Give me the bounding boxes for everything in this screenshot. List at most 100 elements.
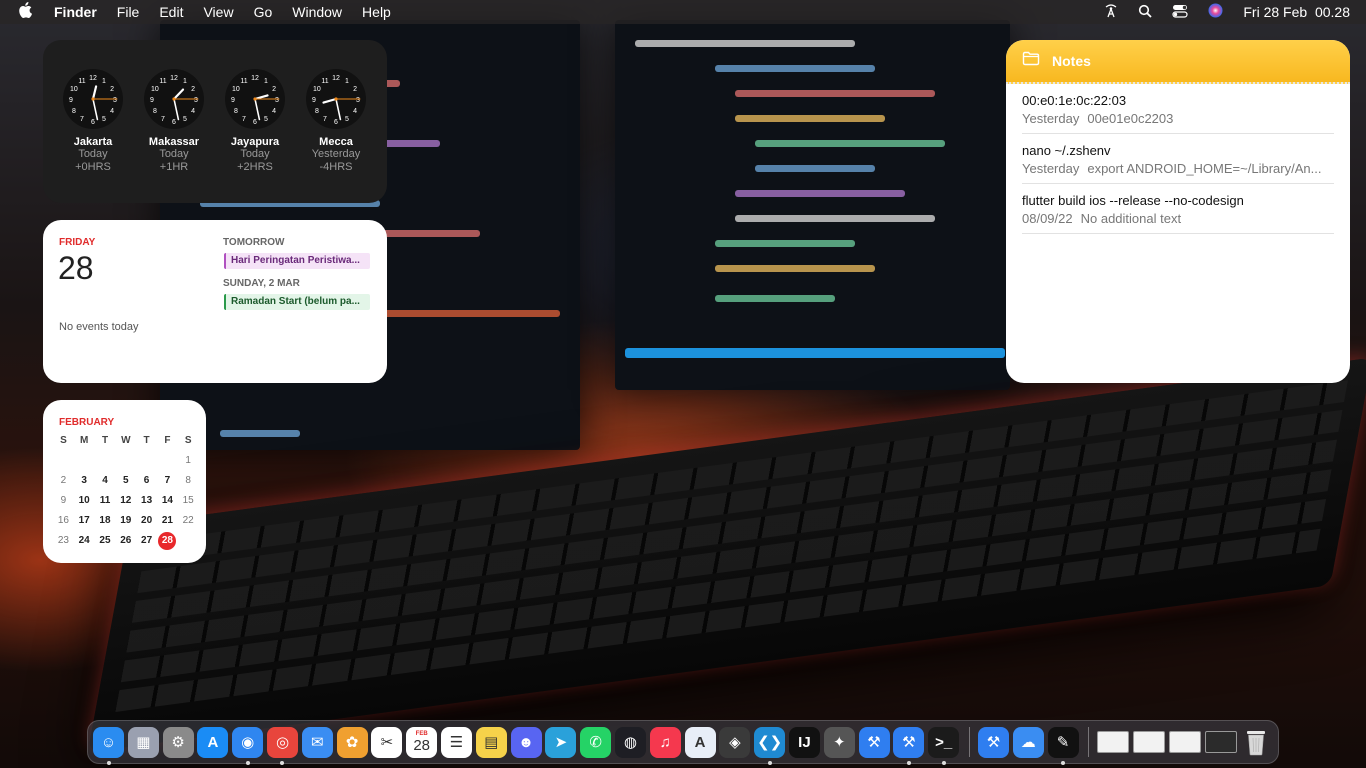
calendar-day[interactable]: 8 bbox=[178, 472, 199, 490]
calendar-day[interactable]: 2 bbox=[53, 472, 74, 490]
terminal-icon[interactable]: >_ bbox=[928, 726, 960, 765]
menu-edit[interactable]: Edit bbox=[159, 4, 183, 20]
calendar-day[interactable]: 5 bbox=[115, 472, 136, 490]
world-clock-widget[interactable]: 1 2 3 4 5 6 7 8 9 10 11 12 Jakarta Today +0HRS 1234… bbox=[43, 40, 387, 203]
calendar-up-next-widget[interactable]: FRIDAY 28 No events today TOMORROW Hari … bbox=[43, 220, 387, 383]
calendar-day[interactable]: 14 bbox=[157, 492, 178, 510]
event-item[interactable]: Hari Peringatan Peristiwa... bbox=[224, 253, 370, 269]
menu-file[interactable]: File bbox=[117, 4, 140, 20]
menu-app-name[interactable]: Finder bbox=[54, 4, 97, 20]
menubar-clock[interactable]: Fri 28 Feb 00.28 bbox=[1243, 4, 1350, 20]
dock-glyph: ◉ bbox=[241, 734, 255, 751]
note-item[interactable]: nano ~/.zshenv Yesterday export ANDROID_H… bbox=[1022, 134, 1334, 184]
simulator-icon[interactable]: ⚒ bbox=[893, 726, 925, 765]
calendar-day[interactable]: 6 bbox=[136, 472, 157, 490]
calendar-day[interactable]: 13 bbox=[136, 492, 157, 510]
calendar-day[interactable]: 22 bbox=[178, 512, 199, 530]
calendar-day[interactable]: 11 bbox=[95, 492, 116, 510]
intellij-icon[interactable]: IJ bbox=[788, 726, 820, 758]
obs-icon[interactable]: ◍ bbox=[614, 726, 646, 758]
calendar-day[interactable]: 19 bbox=[115, 512, 136, 530]
mail-icon[interactable]: ✉ bbox=[301, 726, 333, 758]
calendar-day[interactable]: 26 bbox=[115, 532, 136, 550]
calendar-day[interactable]: 20 bbox=[136, 512, 157, 530]
notes-widget[interactable]: Notes 00:e0:1e:0c:22:03 Yesterday 00e01e0… bbox=[1006, 40, 1350, 383]
discord-icon[interactable]: ☻ bbox=[510, 726, 542, 758]
app-store-icon[interactable]: A bbox=[197, 726, 229, 758]
system-settings-icon[interactable]: ⚙ bbox=[162, 726, 194, 758]
calendar-day[interactable]: 15 bbox=[178, 492, 199, 510]
unity-icon[interactable]: ◈ bbox=[719, 726, 751, 758]
xcode-instruments-icon[interactable]: A bbox=[684, 726, 716, 758]
calendar-day[interactable]: 3 bbox=[74, 472, 95, 490]
clock-day: Today bbox=[78, 148, 108, 160]
menu-view[interactable]: View bbox=[203, 4, 233, 20]
xcode-beta-icon[interactable]: ⚒ bbox=[977, 726, 1009, 758]
note-item[interactable]: flutter build ios --release --no-codesig… bbox=[1022, 184, 1334, 234]
menu-help[interactable]: Help bbox=[362, 4, 391, 20]
dock-glyph: >_ bbox=[935, 733, 953, 751]
photos-icon[interactable]: ✿ bbox=[336, 726, 368, 758]
calendar-day[interactable]: 21 bbox=[157, 512, 178, 530]
vscode-icon[interactable]: ❮❯ bbox=[754, 726, 786, 765]
clock-day: Yesterday bbox=[311, 148, 361, 160]
clock-city: Mecca bbox=[319, 136, 353, 148]
running-indicator bbox=[1061, 760, 1066, 765]
wallpaper-monitor-right bbox=[615, 20, 1010, 390]
calendar-day[interactable]: 25 bbox=[95, 532, 116, 550]
calendar-day[interactable]: 24 bbox=[74, 532, 95, 550]
calendar-icon[interactable]: FEB 28 bbox=[406, 726, 438, 758]
calendar-day[interactable]: 27 bbox=[136, 532, 157, 550]
menu-go[interactable]: Go bbox=[254, 4, 273, 20]
calendar-day[interactable]: 23 bbox=[53, 532, 74, 550]
notes-header[interactable]: Notes bbox=[1006, 40, 1350, 84]
apple-menu-icon[interactable] bbox=[18, 1, 38, 23]
minimized-window-safari[interactable] bbox=[1133, 731, 1166, 753]
menu-window[interactable]: Window bbox=[292, 4, 342, 20]
calendar-day[interactable]: 17 bbox=[74, 512, 95, 530]
calendar-day[interactable]: 4 bbox=[95, 472, 116, 490]
minimized-window-chrome[interactable] bbox=[1097, 731, 1130, 753]
music-icon[interactable]: ♫ bbox=[649, 726, 681, 758]
day-number: 28 bbox=[58, 250, 94, 286]
svg-text:9: 9 bbox=[312, 97, 316, 104]
calendar-day bbox=[157, 452, 178, 470]
calendar-day bbox=[95, 452, 116, 470]
calendar-day[interactable]: 9 bbox=[53, 492, 74, 510]
note-item[interactable]: 00:e0:1e:0c:22:03 Yesterday 00e01e0c2203 bbox=[1022, 84, 1334, 134]
safari-icon[interactable]: ◉ bbox=[232, 726, 264, 765]
xcode-icon[interactable]: ⚒ bbox=[858, 726, 890, 758]
event-item[interactable]: Ramadan Start (belum pa... bbox=[224, 294, 370, 310]
control-center-icon[interactable] bbox=[1172, 4, 1188, 21]
calendar-day[interactable]: 18 bbox=[95, 512, 116, 530]
calendar-month-widget[interactable]: FEBRUARY S M T W T F S 1 2 3 4 5 6 7 8 9 10 11 12 13 14 15 16 1… bbox=[43, 400, 206, 563]
weekday-header: S bbox=[184, 435, 192, 446]
siri-icon[interactable] bbox=[1208, 3, 1223, 21]
notes-icon[interactable]: ▤ bbox=[475, 726, 507, 758]
youtube-studio-icon[interactable]: ✎ bbox=[1047, 726, 1079, 765]
whatsapp-icon[interactable]: ✆ bbox=[580, 726, 612, 758]
minimized-window-vscode[interactable] bbox=[1204, 731, 1237, 753]
calendar-day[interactable]: 1 bbox=[178, 452, 199, 470]
minimized-window-document[interactable] bbox=[1168, 731, 1201, 753]
antenna-icon[interactable] bbox=[1104, 3, 1118, 21]
inkscape-icon[interactable]: ✦ bbox=[823, 726, 855, 758]
weather-icon[interactable]: ☁ bbox=[1012, 726, 1044, 758]
calendar-day bbox=[115, 452, 136, 470]
calendar-day[interactable]: 7 bbox=[157, 472, 178, 490]
spotlight-search-icon[interactable] bbox=[1138, 4, 1153, 21]
dock-glyph: ⚒ bbox=[902, 734, 916, 751]
reminders-icon[interactable]: ☰ bbox=[440, 726, 472, 758]
calendar-day[interactable]: 12 bbox=[115, 492, 136, 510]
calendar-day bbox=[74, 452, 95, 470]
launchpad-icon[interactable]: ▦ bbox=[127, 726, 159, 758]
weekday-header: W bbox=[121, 435, 131, 446]
capcut-icon[interactable]: ✂ bbox=[371, 726, 403, 758]
calendar-day[interactable]: 10 bbox=[74, 492, 95, 510]
calendar-day[interactable]: 16 bbox=[53, 512, 74, 530]
calendar-day-today[interactable]: 28 bbox=[158, 532, 177, 550]
telegram-icon[interactable]: ➤ bbox=[545, 726, 577, 758]
chrome-icon[interactable]: ◎ bbox=[266, 726, 298, 765]
trash-icon[interactable] bbox=[1241, 727, 1272, 758]
finder-icon[interactable]: ☺ bbox=[93, 726, 124, 765]
